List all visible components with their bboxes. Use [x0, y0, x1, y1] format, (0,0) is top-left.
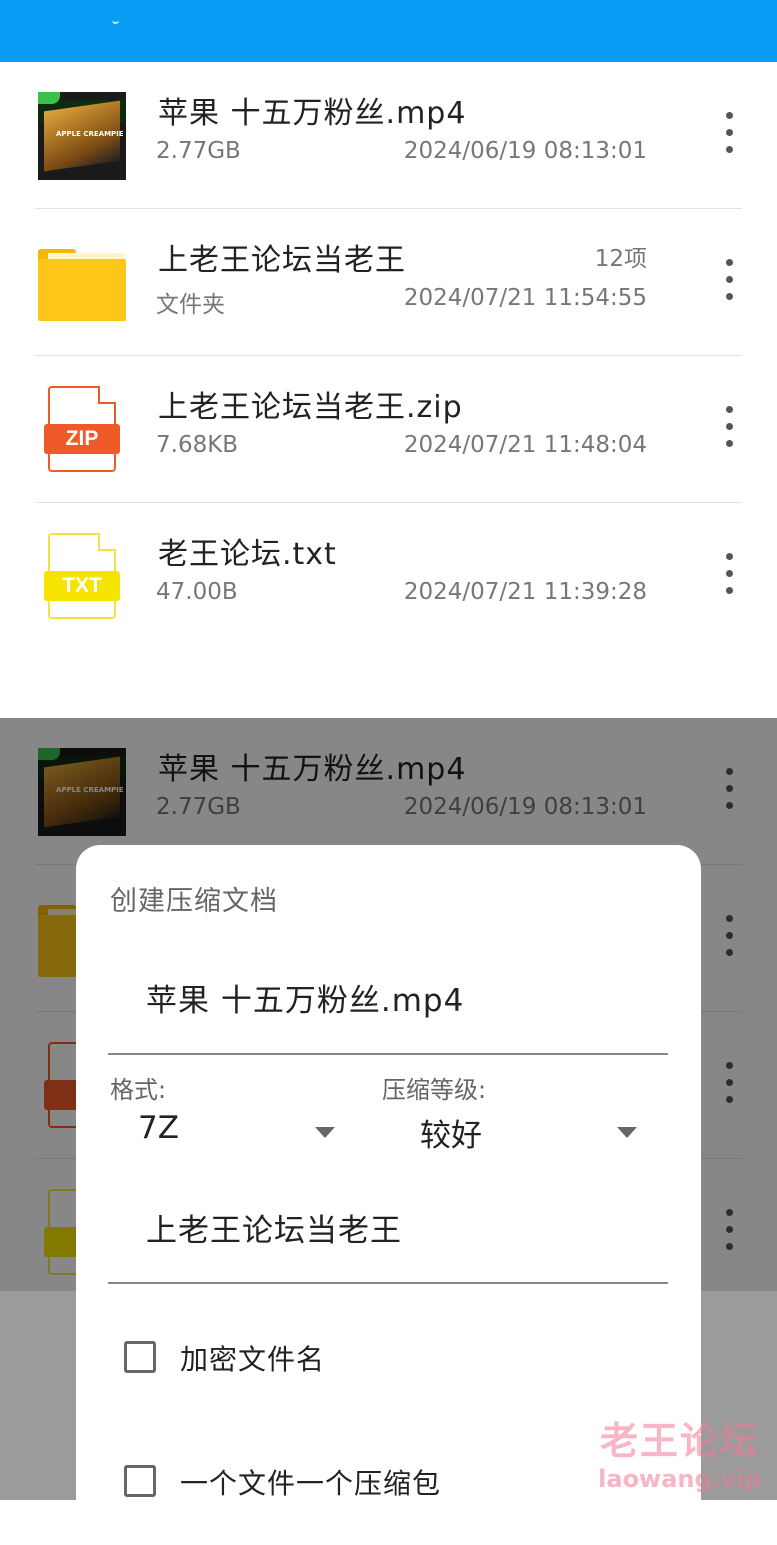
file-date: 2024/07/21 11:39:28 [403, 579, 647, 605]
item-count: 12项 [594, 246, 647, 272]
more-options-icon[interactable] [716, 259, 742, 309]
compression-level-label: 压缩等级: [382, 1076, 487, 1104]
app-bar [0, 0, 777, 62]
more-options-icon[interactable] [716, 553, 742, 603]
list-item[interactable]: APPLE CREAMPIE 苹果 十五万粉丝.mp4 2.77GB 2024/… [0, 62, 777, 209]
file-name: 上老王论坛当老王.zip [158, 390, 463, 425]
format-label: 格式: [110, 1076, 167, 1104]
file-size: 2.77GB [156, 138, 241, 164]
list-item[interactable]: 上老王论坛当老王 12项 文件夹 2024/07/21 11:54:55 [0, 209, 777, 356]
encrypt-filenames-label: 加密文件名 [180, 1343, 326, 1376]
one-archive-per-file-checkbox[interactable] [124, 1465, 156, 1497]
file-name: 上老王论坛当老王 [158, 243, 406, 278]
file-size: 7.68KB [156, 432, 239, 458]
file-date: 2024/07/21 11:54:55 [403, 285, 647, 311]
thumbnail-text: APPLE CREAMPIE [56, 130, 124, 138]
more-options-icon[interactable] [716, 112, 742, 162]
file-name: 老王论坛.txt [158, 537, 337, 572]
zip-file-icon: ZIP [38, 386, 126, 474]
watermark-title: 老王论坛 [599, 1419, 760, 1463]
watermark: 老王论坛 laowang.vip [590, 1410, 770, 1493]
password-value: 上老王论坛当老王 [146, 1213, 402, 1249]
dialog-title: 创建压缩文档 [110, 886, 278, 917]
list-item[interactable]: TXT 老王论坛.txt 47.00B 2024/07/21 11:39:28 [0, 503, 777, 650]
compression-level-value: 较好 [420, 1118, 482, 1154]
file-badge-label: ZIP [44, 424, 120, 454]
more-options-icon[interactable] [716, 406, 742, 456]
txt-file-icon: TXT [38, 533, 126, 621]
file-date: 2024/06/19 08:13:01 [403, 138, 647, 164]
format-dropdown-icon[interactable] [315, 1127, 335, 1138]
one-archive-per-file-label: 一个文件一个压缩包 [180, 1467, 442, 1500]
file-date: 2024/07/21 11:48:04 [403, 432, 647, 458]
file-badge-label: TXT [44, 571, 120, 601]
archive-name-input[interactable]: 苹果 十五万粉丝.mp4 [108, 941, 668, 1055]
folder-icon [38, 239, 126, 327]
watermark-url: laowang.vip [598, 1465, 762, 1493]
format-value: 7Z [138, 1110, 179, 1146]
file-size: 47.00B [156, 579, 238, 605]
compression-level-dropdown-icon[interactable] [617, 1127, 637, 1138]
archive-name-value: 苹果 十五万粉丝.mp4 [146, 983, 465, 1019]
list-item[interactable]: ZIP 上老王论坛当老王.zip 7.68KB 2024/07/21 11:48… [0, 356, 777, 503]
encrypt-filenames-checkbox[interactable] [124, 1341, 156, 1373]
app-bar-glyph [112, 18, 119, 24]
file-name: 苹果 十五万粉丝.mp4 [158, 96, 467, 131]
file-type: 文件夹 [156, 292, 225, 318]
file-list: APPLE CREAMPIE 苹果 十五万粉丝.mp4 2.77GB 2024/… [0, 62, 777, 650]
password-input[interactable]: 上老王论坛当老王 [108, 1175, 668, 1284]
video-thumbnail: APPLE CREAMPIE [38, 92, 126, 180]
